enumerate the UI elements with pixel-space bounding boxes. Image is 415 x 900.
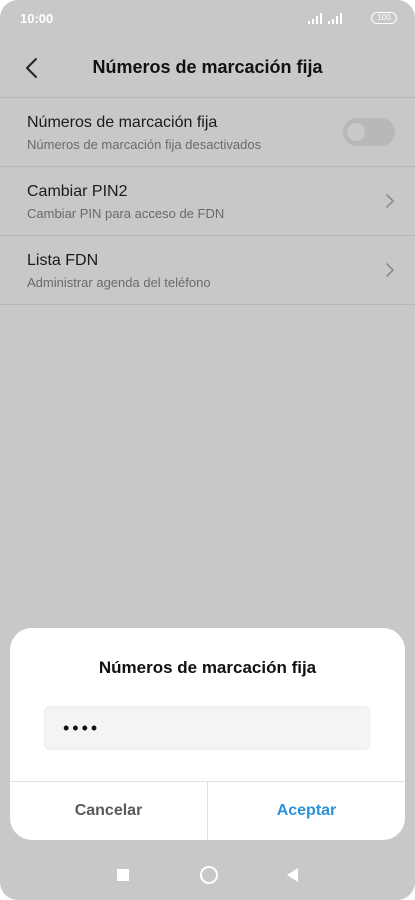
setting-row-fdn[interactable]: Números de marcación fija Números de mar… <box>0 98 415 167</box>
setting-subtitle: Cambiar PIN para acceso de FDN <box>27 206 225 221</box>
app-bar: Números de marcación fija <box>0 38 415 98</box>
signal-icon <box>308 12 324 24</box>
setting-title: Números de marcación fija <box>27 114 218 131</box>
home-circle-icon[interactable] <box>200 866 218 884</box>
setting-subtitle: Números de marcación fija desactivados <box>27 137 262 152</box>
status-bar: 10:00 100 <box>0 0 415 38</box>
setting-title: Lista FDN <box>27 252 99 269</box>
fdn-toggle[interactable] <box>343 118 395 146</box>
signal-icon <box>328 12 344 24</box>
pin2-dialog: Números de marcación fija •••• Cancelar … <box>10 628 405 840</box>
toggle-knob <box>347 123 365 141</box>
setting-row-fdn-list[interactable]: Lista FDN Administrar agenda del teléfon… <box>0 236 415 305</box>
chevron-right-icon <box>386 194 394 208</box>
battery-icon: 100 <box>371 12 397 24</box>
navigation-bar <box>0 850 415 900</box>
chevron-right-icon <box>386 263 394 277</box>
setting-title: Cambiar PIN2 <box>27 183 128 200</box>
back-triangle-icon[interactable] <box>287 868 298 882</box>
phone-screen: 10:00 100 Números de marcación fija Núme… <box>0 0 415 900</box>
settings-list: Números de marcación fija Números de mar… <box>0 97 415 305</box>
dialog-title: Números de marcación fija <box>98 658 317 677</box>
page-title: Números de marcación fija <box>92 57 323 77</box>
setting-row-change-pin2[interactable]: Cambiar PIN2 Cambiar PIN para acceso de … <box>0 167 415 236</box>
cancel-button[interactable]: Cancelar <box>10 782 207 840</box>
setting-subtitle: Administrar agenda del teléfono <box>27 275 211 290</box>
accept-button[interactable]: Aceptar <box>208 782 405 840</box>
recents-square-icon[interactable] <box>117 869 129 881</box>
status-time: 10:00 <box>20 11 54 26</box>
pin-input[interactable]: •••• <box>44 706 370 750</box>
